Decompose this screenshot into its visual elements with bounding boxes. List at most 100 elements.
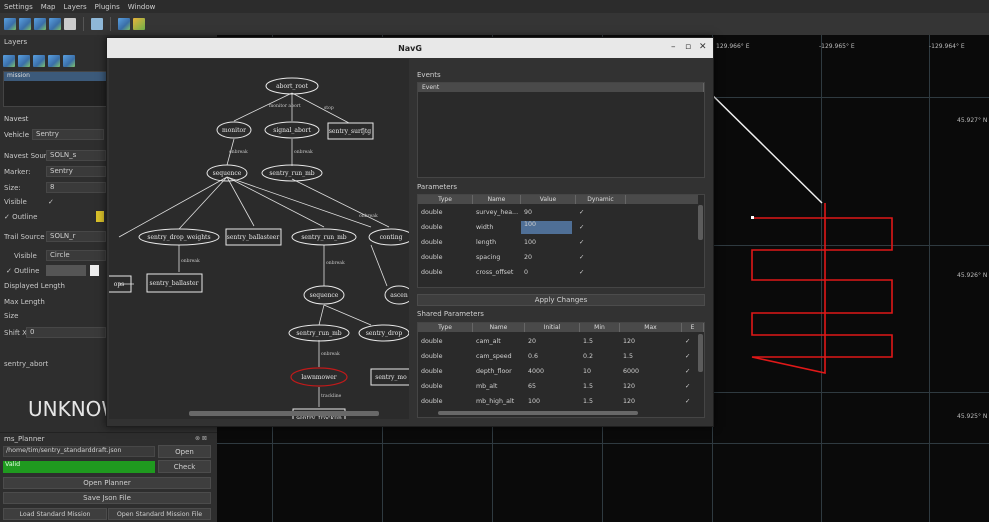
- map-icon[interactable]: [91, 18, 103, 30]
- behavior-tree-view[interactable]: abort_root monitor signal_abort sentry_s…: [109, 59, 409, 419]
- cell-min[interactable]: 1.5: [580, 383, 620, 390]
- layer-add-icon[interactable]: [49, 18, 61, 30]
- save-icon[interactable]: [64, 18, 76, 30]
- cell-enabled[interactable]: ✓: [682, 383, 698, 390]
- table-row[interactable]: double depth_floor 4000 10 6000 ✓: [418, 364, 698, 379]
- cell-dynamic[interactable]: ✓: [576, 239, 626, 246]
- cell-dynamic[interactable]: ✓: [576, 269, 626, 276]
- shared-parameters-table[interactable]: Type Name Initial Min Max E double cam_a…: [417, 322, 705, 418]
- parameters-vertical-scrollbar[interactable]: [698, 205, 703, 240]
- navg-titlebar[interactable]: NavG – ▫ ✕: [107, 38, 713, 58]
- open-standard-mission-file-button[interactable]: Open Standard Mission File: [108, 508, 211, 520]
- table-row[interactable]: double spacing 20 ✓: [418, 250, 626, 265]
- table-row[interactable]: double mb_alt 65 1.5 120 ✓: [418, 379, 698, 394]
- parameters-table[interactable]: Type Name Value Dynamic double survey_he…: [417, 194, 705, 288]
- trail-shape-select[interactable]: Circle: [46, 250, 106, 261]
- cell-value[interactable]: 0: [521, 269, 576, 276]
- column-type[interactable]: Type: [418, 195, 473, 204]
- trail-color-swatch[interactable]: [90, 265, 99, 276]
- column-value[interactable]: Value: [521, 195, 576, 204]
- maximize-button[interactable]: ▫: [685, 42, 691, 52]
- navest-source-select[interactable]: SOLN_s: [46, 150, 106, 161]
- cell-min[interactable]: 10: [580, 368, 620, 375]
- close-button[interactable]: ✕: [699, 42, 707, 52]
- shift-x-spinbox[interactable]: 0: [26, 327, 106, 338]
- menu-plugins[interactable]: Plugins: [95, 3, 120, 11]
- behavior-tree-graph[interactable]: abort_root monitor signal_abort sentry_s…: [109, 59, 409, 419]
- cell-max[interactable]: 1.5: [620, 353, 682, 360]
- cell-enabled[interactable]: ✓: [682, 398, 698, 405]
- column-name[interactable]: Name: [473, 195, 521, 204]
- minimize-button[interactable]: –: [671, 42, 676, 52]
- layer-add-icon[interactable]: [33, 55, 45, 67]
- menu-map[interactable]: Map: [41, 3, 56, 11]
- cell-initial[interactable]: 65: [525, 383, 580, 390]
- layer-folder-icon[interactable]: [133, 18, 145, 30]
- planner-dock-controls[interactable]: ⊗ ⊠: [195, 435, 207, 442]
- open-planner-button[interactable]: Open Planner: [3, 477, 211, 489]
- cell-dynamic[interactable]: ✓: [576, 224, 626, 231]
- load-standard-mission-button[interactable]: Load Standard Mission: [3, 508, 107, 520]
- column-min[interactable]: Min: [580, 323, 620, 332]
- events-table[interactable]: Event: [417, 82, 705, 178]
- vehicle-select[interactable]: Sentry: [32, 129, 104, 140]
- open-button[interactable]: Open: [158, 445, 211, 458]
- menu-settings[interactable]: Settings: [4, 3, 33, 11]
- trail-outline-checkbox[interactable]: ✓ Outline: [6, 267, 39, 275]
- cell-initial[interactable]: 4000: [525, 368, 580, 375]
- column-dynamic[interactable]: Dynamic: [576, 195, 626, 204]
- trail-source-select[interactable]: SOLN_r: [46, 231, 106, 242]
- cell-initial[interactable]: 100: [525, 398, 580, 405]
- cell-max[interactable]: 6000: [620, 368, 682, 375]
- layer-add-icon[interactable]: [4, 18, 16, 30]
- cell-dynamic[interactable]: ✓: [576, 209, 626, 216]
- vehicle-marker[interactable]: [751, 216, 754, 219]
- outline-checkbox[interactable]: ✓ Outline: [4, 213, 37, 221]
- column-name[interactable]: Name: [473, 323, 525, 332]
- cell-enabled[interactable]: ✓: [682, 368, 698, 375]
- table-row[interactable]: double cam_speed 0.6 0.2 1.5 ✓: [418, 349, 698, 364]
- table-row[interactable]: double cross_offset 0 ✓: [418, 265, 626, 280]
- apply-changes-button[interactable]: Apply Changes: [417, 294, 705, 306]
- layer-add-icon[interactable]: [34, 18, 46, 30]
- table-row[interactable]: double length 100 ✓: [418, 235, 626, 250]
- tree-horizontal-scrollbar[interactable]: [189, 411, 379, 416]
- column-type[interactable]: Type: [418, 323, 473, 332]
- cell-value-editing[interactable]: 100: [521, 221, 572, 234]
- layer-add-icon[interactable]: [48, 55, 60, 67]
- menu-layers[interactable]: Layers: [64, 3, 87, 11]
- column-enabled[interactable]: E: [682, 323, 704, 332]
- cell-min[interactable]: 1.5: [580, 338, 620, 345]
- menu-window[interactable]: Window: [128, 3, 156, 11]
- layer-item-mission[interactable]: mission: [4, 72, 106, 81]
- layer-icon[interactable]: [118, 18, 130, 30]
- cell-min[interactable]: 0.2: [580, 353, 620, 360]
- cell-dynamic[interactable]: ✓: [576, 254, 626, 261]
- cell-initial[interactable]: 0.6: [525, 353, 580, 360]
- cell-min[interactable]: 1.5: [580, 398, 620, 405]
- layers-list[interactable]: mission: [3, 71, 107, 107]
- trail-outline-field[interactable]: [46, 265, 86, 276]
- cell-value[interactable]: 90: [521, 209, 576, 216]
- cell-max[interactable]: 120: [620, 383, 682, 390]
- layer-add-icon[interactable]: [18, 55, 30, 67]
- check-button[interactable]: Check: [158, 460, 211, 473]
- column-initial[interactable]: Initial: [525, 323, 580, 332]
- cell-value[interactable]: 100: [521, 239, 576, 246]
- shared-parameters-horizontal-scrollbar[interactable]: [438, 411, 638, 415]
- cell-max[interactable]: 120: [620, 398, 682, 405]
- events-column-header[interactable]: Event: [418, 83, 704, 92]
- table-row[interactable]: double cam_alt 20 1.5 120 ✓: [418, 334, 698, 349]
- marker-select[interactable]: Sentry: [46, 166, 106, 177]
- cell-enabled[interactable]: ✓: [682, 353, 698, 360]
- size-spinbox[interactable]: 8: [46, 182, 106, 193]
- table-row[interactable]: double survey_hea... 90 ✓: [418, 205, 626, 220]
- visible-checkbox[interactable]: ✓: [48, 198, 54, 206]
- column-max[interactable]: Max: [620, 323, 682, 332]
- layer-add-icon[interactable]: [3, 55, 15, 67]
- shared-parameters-vertical-scrollbar[interactable]: [698, 334, 703, 372]
- cell-value[interactable]: 20: [521, 254, 576, 261]
- cell-initial[interactable]: 20: [525, 338, 580, 345]
- table-row[interactable]: double mb_high_alt 100 1.5 120 ✓: [418, 394, 698, 409]
- layer-add-icon[interactable]: [19, 18, 31, 30]
